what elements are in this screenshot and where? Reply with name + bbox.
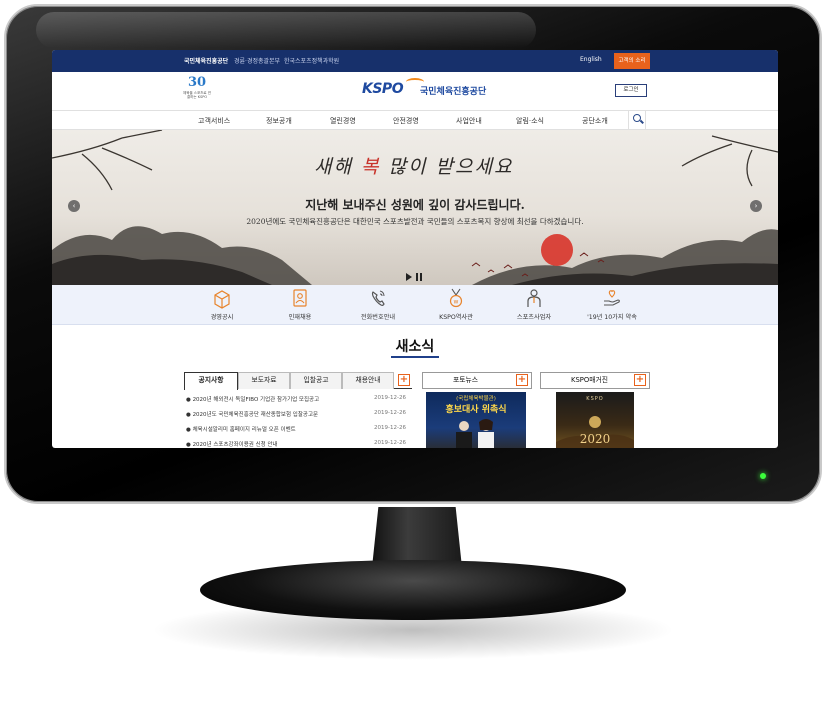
svg-text:w: w bbox=[454, 299, 459, 306]
site-header: 30 체육을 스포츠로 연결하는 KSPO KSPO 국민체육진흥공단 로그인 bbox=[52, 72, 778, 110]
topbar-link-racing[interactable]: 경륜·경정총괄본부 bbox=[234, 56, 280, 65]
notice-title: ● 2020년도 국민체육진흥공단 재산종합보험 입찰공고문 bbox=[186, 412, 319, 418]
banner-subtext: 2020년에도 국민체육진흥공단은 대한민국 스포츠발전과 국민들의 스포츠복지… bbox=[246, 217, 584, 226]
quick-links-bar: 경영공시 인재채용 전화번호안내 w KSPO역사관 스포츠사업자 '19년 1… bbox=[52, 285, 778, 325]
quick-link-phone-directory[interactable]: 전화번호안내 bbox=[338, 287, 418, 321]
power-led-icon bbox=[760, 473, 766, 479]
nav-customer-service[interactable]: 고객서비스 bbox=[198, 116, 230, 126]
list-item[interactable]: ● 2020년 스포츠강좌이용권 신청 안내 2019-12-26 bbox=[186, 437, 410, 448]
screen: 국민체육진흥공단 경륜·경정총괄본부 한국스포츠정책과학원 English 고객… bbox=[52, 50, 778, 448]
notice-date: 2019-12-26 bbox=[374, 410, 406, 416]
list-item[interactable]: ● 체육시설알리미 홈페이지 리뉴얼 오픈 이벤트 2019-12-26 bbox=[186, 422, 410, 436]
quick-link-label: 경영공시 bbox=[210, 314, 234, 321]
banner-next-arrow-icon[interactable]: › bbox=[750, 200, 762, 212]
quick-link-ten-promises[interactable]: '19년 10가지 약속 bbox=[572, 287, 652, 321]
anniversary-emblem: 30 체육을 스포츠로 연결하는 KSPO bbox=[182, 75, 212, 107]
quick-link-history-hall[interactable]: w KSPO역사관 bbox=[416, 287, 496, 321]
banner-headline: 지난해 보내주신 성원에 깊이 감사드립니다. bbox=[305, 198, 525, 212]
magazine-cover-year: 2020 bbox=[579, 432, 611, 446]
logo-english: KSPO bbox=[362, 81, 404, 97]
photo-news-image[interactable]: (국립체육박물관) 홍보대사 위촉식 bbox=[426, 392, 526, 448]
monitor-bezel: 국민체육진흥공단 경륜·경정총괄본부 한국스포츠정책과학원 English 고객… bbox=[4, 4, 822, 504]
play-icon[interactable] bbox=[406, 273, 412, 281]
notice-date: 2019-12-26 bbox=[374, 425, 406, 431]
notice-title: ● 체육시설알리미 홈페이지 리뉴얼 오픈 이벤트 bbox=[186, 427, 296, 433]
quick-link-management-disclosure[interactable]: 경영공시 bbox=[182, 287, 262, 321]
person-icon bbox=[527, 289, 541, 307]
search-handle bbox=[640, 119, 644, 124]
nav-info-disclosure[interactable]: 정보공개 bbox=[266, 116, 292, 126]
phone-icon bbox=[371, 290, 385, 306]
person-document-icon bbox=[293, 289, 307, 307]
main-nav: 고객서비스 정보공개 열린경영 안전경영 사업안내 알림·소식 공단소개 bbox=[52, 110, 778, 130]
notice-date: 2019-12-26 bbox=[374, 440, 406, 446]
nav-about[interactable]: 공단소개 bbox=[582, 116, 608, 126]
topbar-link-sports-science[interactable]: 한국스포츠정책과학원 bbox=[284, 56, 339, 65]
search-icon[interactable] bbox=[628, 111, 646, 129]
magazine-cover-image[interactable]: KSPO 2020 bbox=[556, 392, 634, 448]
list-item[interactable]: ● 2020년도 국민체육진흥공단 재산종합보험 입찰공고문 2019-12-2… bbox=[186, 407, 410, 421]
pause-icon[interactable] bbox=[416, 273, 422, 281]
photo-news-panel: 포토뉴스 + (국립체육박물관) 홍보대사 위촉식 bbox=[422, 372, 532, 448]
nav-open-management[interactable]: 열린경영 bbox=[330, 116, 356, 126]
monitor: 국민체육진흥공단 경륜·경정총괄본부 한국스포츠정책과학원 English 고객… bbox=[4, 4, 822, 577]
anniversary-text: 체육을 스포츠로 연결하는 KSPO bbox=[183, 91, 211, 99]
quick-link-recruitment[interactable]: 인재채용 bbox=[260, 287, 340, 321]
top-utility-bar: 국민체육진흥공단 경륜·경정총괄본부 한국스포츠정책과학원 English 고객… bbox=[52, 50, 778, 72]
notice-board: 공지사항 보도자료 입찰공고 채용안내 + ● 2020년 해외전시 독일FIB… bbox=[184, 372, 412, 448]
quick-link-label: 인재채용 bbox=[288, 314, 312, 321]
quick-link-sports-business[interactable]: 스포츠사업자 bbox=[494, 287, 574, 321]
photo-news-more-button[interactable]: + bbox=[516, 374, 528, 386]
bezel-highlight bbox=[36, 12, 536, 48]
nav-news[interactable]: 알림·소식 bbox=[516, 116, 544, 126]
news-title-underline bbox=[391, 356, 439, 358]
nav-business-guide[interactable]: 사업안내 bbox=[456, 116, 482, 126]
notice-title: ● 2020년 해외전시 독일FIBO 기업관 참가기업 모집공고 bbox=[186, 397, 320, 403]
tab-bid-notices[interactable]: 입찰공고 bbox=[290, 372, 342, 389]
calligraphy-bok: 복 bbox=[361, 156, 381, 178]
kspo-magazine-panel: KSPO매거진 + KSPO 2020 bbox=[540, 372, 650, 448]
quick-link-label: 전화번호안내 bbox=[360, 314, 396, 321]
kspo-magazine-more-button[interactable]: + bbox=[634, 374, 646, 386]
notice-tabs: 공지사항 보도자료 입찰공고 채용안내 + bbox=[184, 372, 412, 390]
login-button[interactable]: 로그인 bbox=[615, 84, 647, 97]
quick-link-label: '19년 10가지 약속 bbox=[587, 314, 637, 321]
notice-title: ● 2020년 스포츠강좌이용권 신청 안내 bbox=[186, 442, 278, 448]
nav-safety-management[interactable]: 안전경영 bbox=[393, 116, 419, 126]
notice-more-button[interactable]: + bbox=[398, 374, 410, 386]
anniversary-number: 30 bbox=[187, 75, 207, 90]
quick-link-label: 스포츠사업자 bbox=[516, 314, 552, 321]
calligraphy-pre: 새해 bbox=[314, 156, 361, 178]
tab-notices[interactable]: 공지사항 bbox=[184, 372, 238, 390]
monitor-stand-base bbox=[200, 560, 626, 620]
tab-recruitment[interactable]: 채용안내 bbox=[342, 372, 394, 389]
medal-icon: w bbox=[449, 288, 463, 308]
new-year-banner: 새해 복 많이 받으세요 지난해 보내주신 성원에 깊이 감사드립니다. 202… bbox=[52, 130, 778, 285]
list-item[interactable]: ● 2020년 해외전시 독일FIBO 기업관 참가기업 모집공고 2019-1… bbox=[186, 392, 410, 406]
news-section-title: 새소식 bbox=[395, 339, 435, 355]
banner-prev-arrow-icon[interactable]: ‹ bbox=[68, 200, 80, 212]
tab-press-releases[interactable]: 보도자료 bbox=[238, 372, 290, 389]
photo-people-silhouette bbox=[456, 419, 494, 448]
calligraphy-post: 많이 받으세요 bbox=[380, 156, 514, 178]
notice-date: 2019-12-26 bbox=[374, 395, 406, 401]
quick-link-label: KSPO역사관 bbox=[439, 314, 473, 321]
topbar-link-kspo[interactable]: 국민체육진흥공단 bbox=[184, 56, 228, 65]
customer-voice-button[interactable]: 고객의 소리 bbox=[614, 53, 650, 69]
english-link[interactable]: English bbox=[580, 56, 602, 63]
heart-hand-icon bbox=[604, 290, 620, 306]
box-icon bbox=[214, 290, 230, 309]
logo-korean: 국민체육진흥공단 bbox=[420, 87, 487, 97]
banner-calligraphy: 새해 복 많이 받으세요 bbox=[314, 152, 513, 179]
